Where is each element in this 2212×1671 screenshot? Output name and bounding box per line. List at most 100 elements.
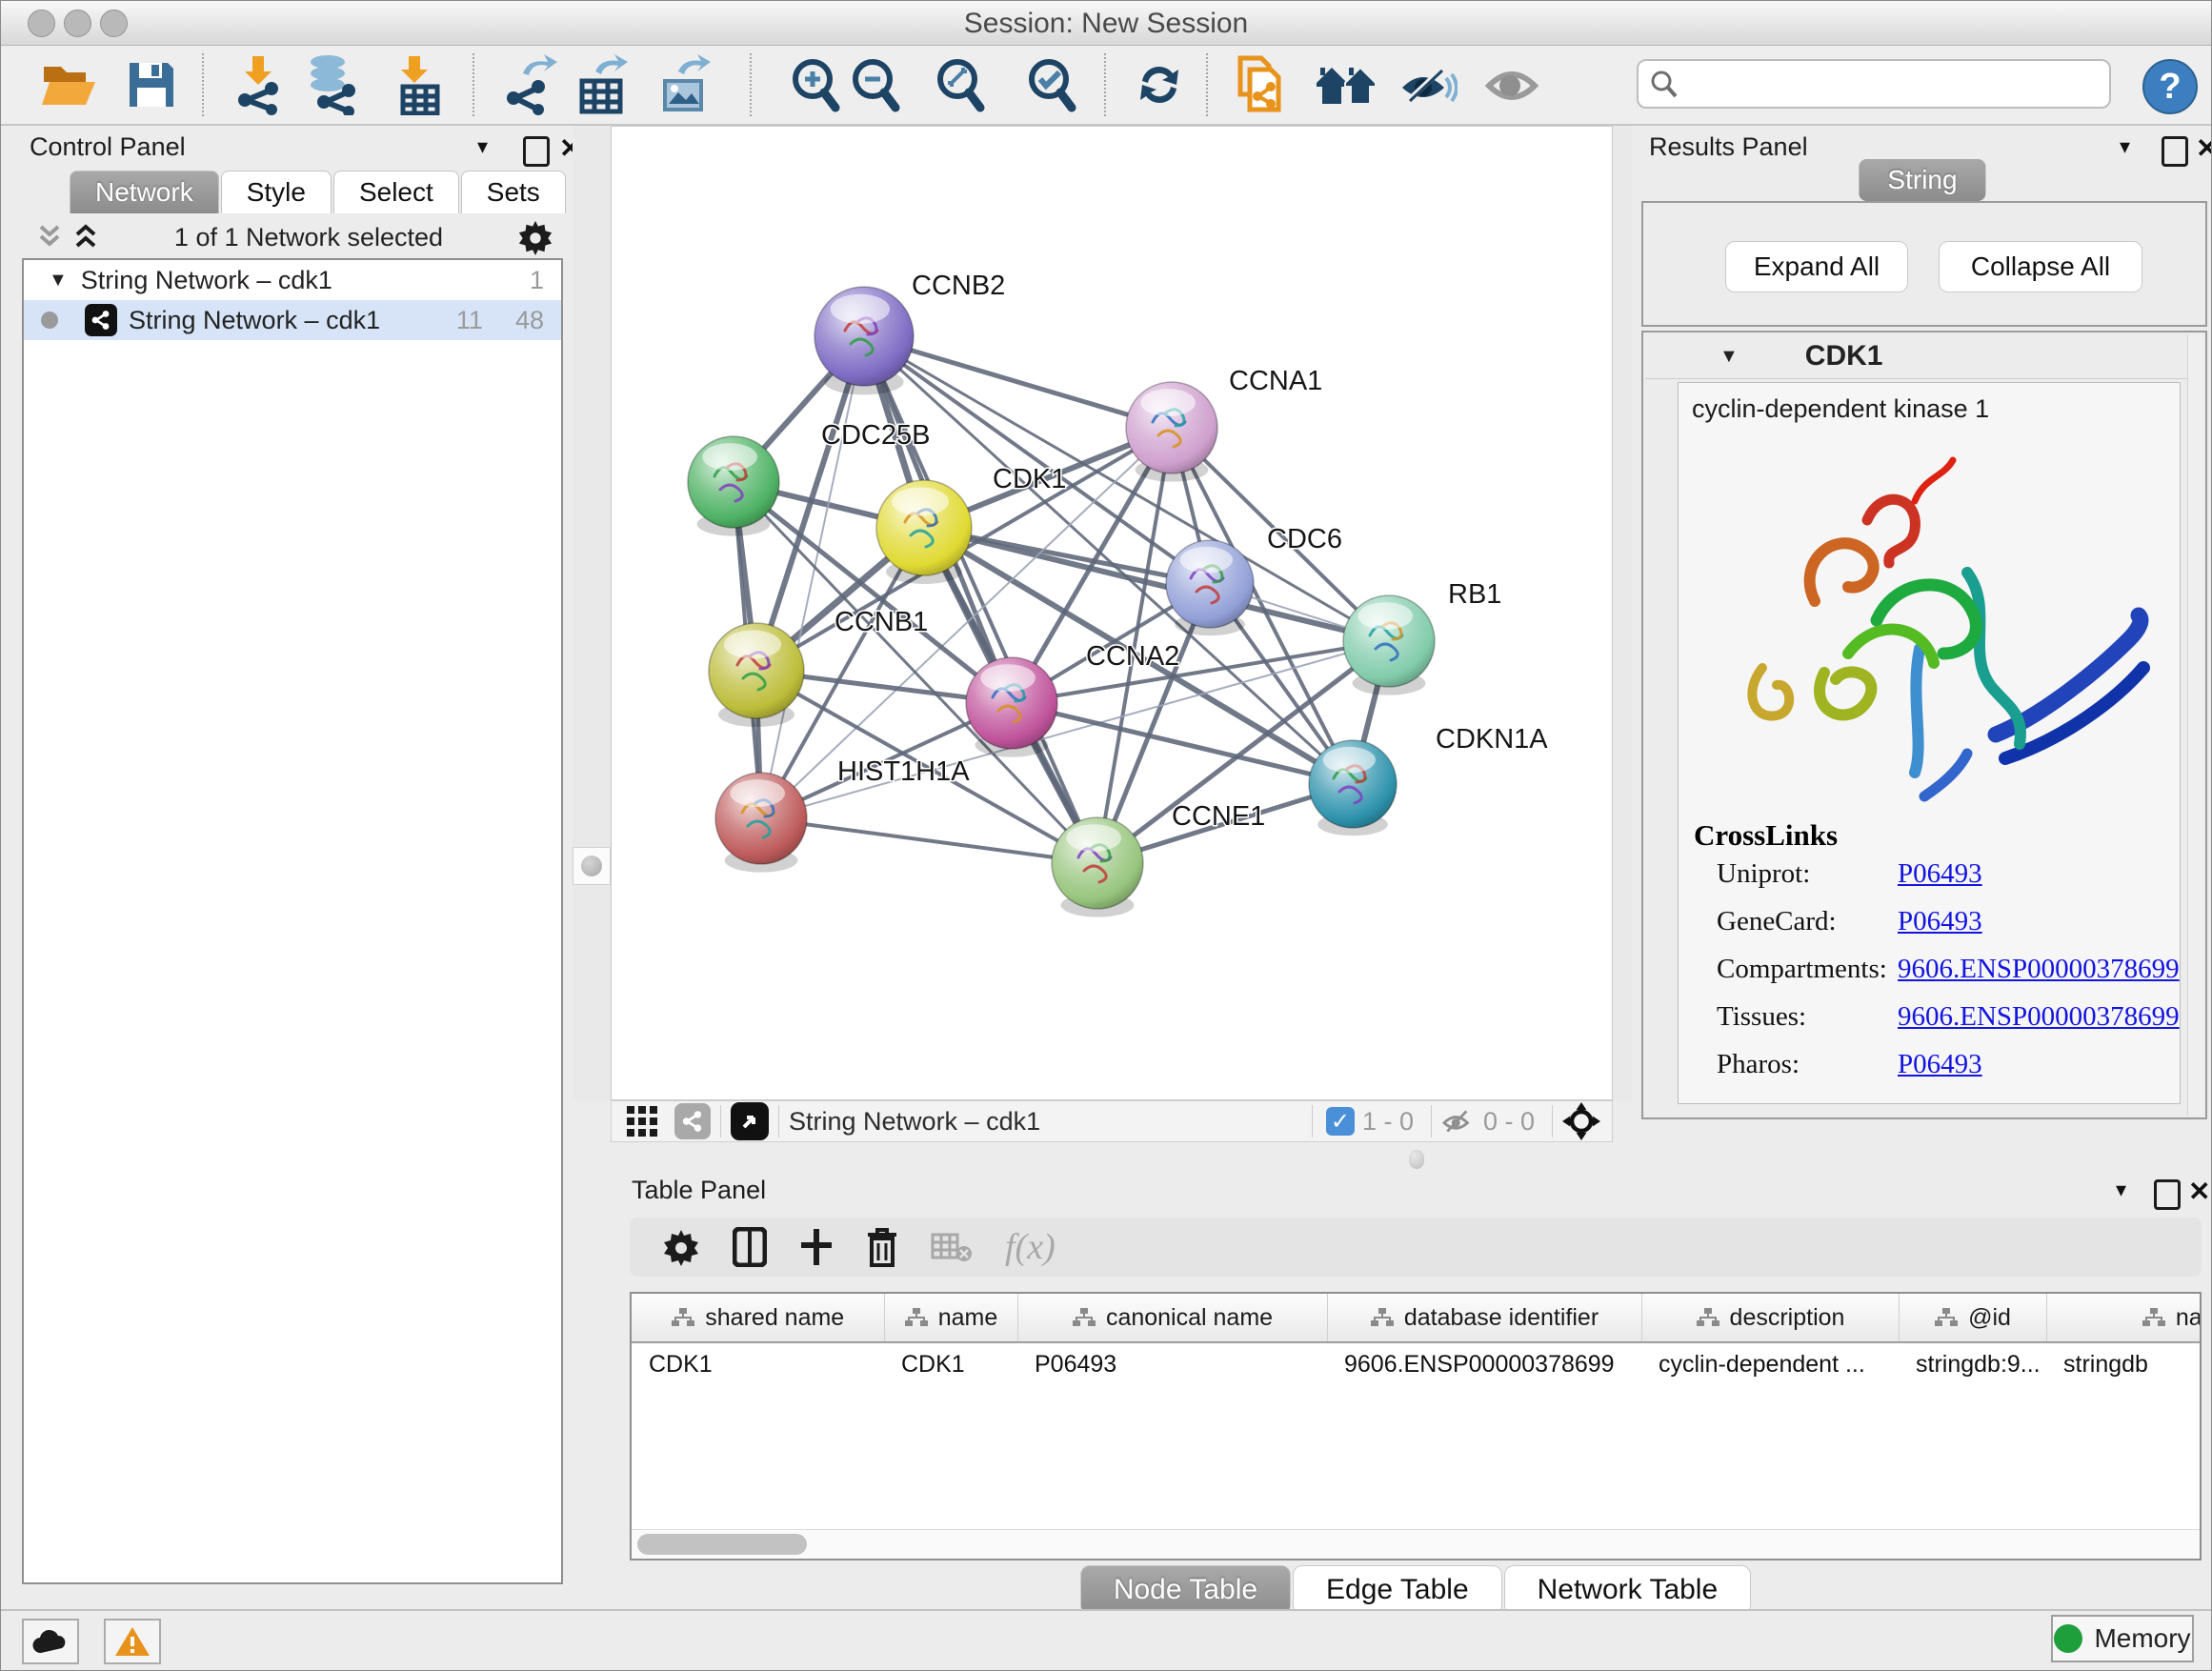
collapse-all-button[interactable]: Collapse All [1939,241,2142,292]
panel-float-icon[interactable] [523,136,550,171]
collapse-all-icon[interactable] [35,223,64,252]
zoom-selected-button[interactable] [1018,51,1085,118]
node-ccna1[interactable]: CCNA1 [1126,366,1322,482]
hide-selected-button[interactable] [1395,51,1461,118]
panel-float-icon[interactable] [2154,1179,2181,1215]
table-row[interactable]: CDK1CDK1P064939606.ENSP00000378699cyclin… [632,1342,2202,1385]
memory-button[interactable]: Memory [2051,1615,2194,1662]
crosslink-genecard[interactable]: P06493 [1898,906,1982,937]
table-cell[interactable]: CDK1 [632,1342,884,1385]
network-collection-row[interactable]: ▼ String Network – cdk1 1 [24,260,561,300]
show-selected-button[interactable] [1479,51,1546,118]
delete-table-button[interactable] [931,1231,973,1263]
warnings-button[interactable] [104,1619,161,1664]
tab-node-table[interactable]: Node Table [1080,1565,1291,1615]
add-column-button[interactable] [799,1227,834,1267]
copy-network-button[interactable] [1227,51,1294,118]
right-splitter[interactable] [1613,126,1632,1100]
network-canvas[interactable]: CCNB2CCNA1CDC25BCDK1CDC6RB1CCNB1CCNA2CDK… [611,126,1613,1100]
fit-selected-crosshair-icon[interactable] [1562,1102,1600,1140]
panel-menu-icon[interactable]: ▾ [477,134,488,159]
tab-select[interactable]: Select [333,171,459,213]
zoom-in-button[interactable] [782,51,849,118]
selected-checkbox-icon[interactable]: ✓ [1326,1107,1355,1136]
column-header-shared-name[interactable]: shared name [632,1294,884,1342]
export-image-button[interactable] [651,51,717,118]
birdseye-view-icon[interactable] [731,1102,769,1140]
left-splitter[interactable] [573,126,611,1100]
column-header-name[interactable]: name [884,1294,1017,1342]
expand-all-icon[interactable] [71,223,100,252]
tree-expander-icon[interactable]: ▼ [49,270,68,292]
tab-edge-table[interactable]: Edge Table [1293,1565,1502,1615]
crosslink-tissues[interactable]: 9606.ENSP00000378699 [1898,1001,2180,1033]
panel-menu-icon[interactable]: ▾ [2120,134,2130,159]
table-cell[interactable]: 9606.ENSP00000378699 [1327,1342,1641,1385]
node-table[interactable]: shared namenamecanonical namedatabase id… [630,1292,2202,1560]
network-graph[interactable]: CCNB2CCNA1CDC25BCDK1CDC6RB1CCNB1CCNA2CDK… [612,127,1614,1101]
tab-network-table[interactable]: Network Table [1504,1565,1752,1615]
node-cdkn1a[interactable]: CDKN1A [1309,724,1548,836]
bottom-splitter-handle[interactable] [1409,1150,1424,1169]
export-table-button[interactable] [568,51,634,118]
panel-float-icon[interactable] [2162,136,2188,171]
table-cell[interactable]: stringdb [2046,1342,2202,1385]
node-hist1h1a[interactable]: HIST1H1A [715,756,970,873]
tab-sets[interactable]: Sets [461,171,566,213]
import-table-button[interactable] [383,51,450,118]
gene-section-header[interactable]: ▼ CDK1 [1645,334,2188,379]
layout-refresh-button[interactable] [1126,51,1193,118]
panel-menu-icon[interactable]: ▾ [2116,1178,2126,1202]
left-splitter-handle[interactable] [573,847,611,885]
tab-style[interactable]: Style [221,171,332,213]
network-row-selected[interactable]: String Network – cdk1 11 48 [24,300,561,340]
show-columns-button[interactable] [733,1227,767,1267]
node-ccnb2[interactable]: CCNB2 [814,271,1005,394]
import-network-file-button[interactable] [225,51,292,118]
crosslink-compartments[interactable]: 9606.ENSP00000378699 [1898,954,2180,985]
column-header-canonical-name[interactable]: canonical name [1017,1294,1327,1342]
expand-all-button[interactable]: Expand All [1725,241,1908,292]
section-collapse-icon[interactable]: ▼ [1719,346,1739,368]
results-scrollbar[interactable] [2187,334,2203,1116]
tab-network[interactable]: Network [70,171,219,213]
table-cell[interactable]: CDK1 [884,1342,1017,1385]
edge-CCNB2-HIST1H1A[interactable] [761,336,864,818]
export-network-button[interactable] [497,51,564,118]
panel-close-icon[interactable]: ✕ [2188,1176,2210,1207]
delete-column-button[interactable] [866,1227,898,1267]
table-cell[interactable]: cyclin-dependent ... [1641,1342,1899,1385]
column-header-id[interactable]: @id [1899,1294,2046,1342]
search-input[interactable] [1679,69,2109,100]
crosslink-uniprot[interactable]: P06493 [1898,858,1982,890]
table-cell[interactable]: stringdb:9... [1899,1342,2046,1385]
search-field[interactable] [1637,59,2111,109]
help-button[interactable]: ? [2142,59,2198,114]
cloud-status-button[interactable] [22,1619,79,1664]
network-list-icon[interactable] [674,1103,711,1139]
node-rb1[interactable]: RB1 [1343,579,1501,695]
import-network-database-button[interactable] [298,51,365,118]
crosslink-pharos[interactable]: P06493 [1898,1049,1982,1080]
node-cdk1[interactable]: CDK1 [876,464,1066,584]
table-horizontal-scrollbar[interactable] [632,1529,2200,1559]
node-cdc6[interactable]: CDC6 [1166,524,1342,635]
node-ccnb1[interactable]: CCNB1 [709,607,928,727]
column-header-namespace[interactable]: namespace [2046,1294,2202,1342]
grid-view-icon[interactable] [625,1104,659,1138]
tab-string[interactable]: String [1859,159,1985,201]
table-cell[interactable]: P06493 [1017,1342,1327,1385]
column-header-description[interactable]: description [1641,1294,1899,1342]
scrollbar-thumb[interactable] [637,1534,807,1555]
save-session-button[interactable] [118,51,185,118]
zoom-out-button[interactable] [842,51,909,118]
show-all-networks-button[interactable] [1313,51,1379,118]
edge-HIST1H1A-CCNE1[interactable] [761,818,1097,863]
open-file-button[interactable] [36,51,103,118]
zoom-fit-button[interactable] [927,51,994,118]
table-settings-button[interactable] [662,1228,700,1266]
gear-icon[interactable] [517,219,553,255]
column-header-database-identifier[interactable]: database identifier [1327,1294,1641,1342]
function-builder-button[interactable]: f(x) [1005,1226,1056,1268]
panel-close-icon[interactable]: ✕ [2196,132,2212,164]
